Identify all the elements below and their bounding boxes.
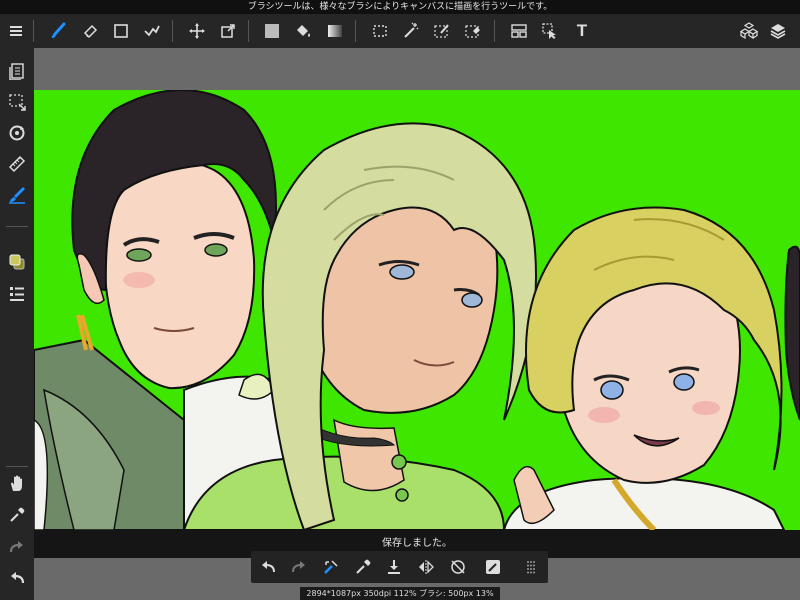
fill-color-button[interactable] <box>258 14 286 48</box>
color-icon <box>9 254 25 270</box>
snap-button[interactable] <box>0 180 34 210</box>
brush-tool-button[interactable] <box>44 14 72 48</box>
quick-flip-button[interactable] <box>412 554 440 580</box>
text-tool-button[interactable]: T <box>568 14 596 48</box>
3d-icon <box>740 22 758 40</box>
rotate-icon <box>9 125 25 141</box>
hand-tool-button[interactable] <box>0 468 34 498</box>
menu-button[interactable] <box>2 14 30 48</box>
redo-icon <box>292 561 305 573</box>
correction-icon <box>144 25 160 37</box>
tooltip-bar: ブラシツールは、様々なブラシによりキャンバスに描画を行うツールです。 <box>0 0 800 14</box>
quick-bar-grip[interactable] <box>517 554 545 580</box>
operation-icon <box>542 23 556 39</box>
top-toolbar: T <box>0 14 800 48</box>
text-icon: T <box>576 21 588 40</box>
operation-tool-button[interactable] <box>536 14 564 48</box>
layers-icon <box>770 24 786 39</box>
quick-snap-off-button[interactable] <box>444 554 472 580</box>
select-eraser-icon <box>465 25 480 38</box>
left-toolbar <box>0 48 34 600</box>
transform-tool-button[interactable] <box>214 14 242 48</box>
correction-tool-button[interactable] <box>138 14 166 48</box>
panel-icon <box>511 24 527 38</box>
undo-icon <box>11 572 25 584</box>
3d-material-button[interactable] <box>735 14 763 48</box>
bucket-icon <box>297 25 310 37</box>
flip-icon <box>419 560 434 574</box>
shape-tool-button[interactable] <box>107 14 135 48</box>
status-bar: 2894*1087px 350dpi 112% ブラシ: 500px 13% <box>300 587 500 600</box>
eyedropper-icon <box>10 507 25 522</box>
select-area-icon <box>9 94 26 111</box>
grip-icon <box>527 561 535 574</box>
magic-wand-icon <box>404 22 419 38</box>
fill-color-icon <box>265 24 279 38</box>
selection-area-button[interactable] <box>0 87 34 117</box>
ruler-button[interactable] <box>0 149 34 179</box>
select-eraser-button[interactable] <box>459 14 487 48</box>
quick-redo-button[interactable] <box>285 554 313 580</box>
canvas[interactable] <box>34 90 800 530</box>
gradient-tool-button[interactable] <box>321 14 349 48</box>
panel-tool-button[interactable] <box>505 14 533 48</box>
select-rect-icon <box>373 25 387 37</box>
move-icon <box>189 23 205 39</box>
layers-button[interactable] <box>764 14 792 48</box>
import-icon <box>388 560 400 574</box>
magic-wand-button[interactable] <box>397 14 425 48</box>
artwork <box>34 90 800 530</box>
select-pen-button[interactable] <box>428 14 456 48</box>
quick-import-button[interactable] <box>380 554 408 580</box>
page-icon <box>9 63 24 80</box>
redo-icon <box>9 541 23 553</box>
undo-icon <box>262 561 275 573</box>
color-button[interactable] <box>0 247 34 277</box>
undo-button[interactable] <box>0 563 34 593</box>
quick-filter-button[interactable] <box>479 554 507 580</box>
eyedropper-button[interactable] <box>0 500 34 530</box>
transform-icon <box>221 24 235 38</box>
redo-button[interactable] <box>0 532 34 562</box>
brush-list-icon <box>10 287 24 301</box>
select-rect-button[interactable] <box>366 14 394 48</box>
eraser-tool-button[interactable] <box>76 14 104 48</box>
page-manager-button[interactable] <box>0 56 34 86</box>
no-snap-icon <box>451 560 465 574</box>
transform-icon <box>324 560 338 574</box>
quick-bar <box>251 551 548 583</box>
eyedropper-icon <box>356 559 371 574</box>
rectangle-icon <box>114 24 128 38</box>
rotate-canvas-button[interactable] <box>0 118 34 148</box>
snap-icon <box>9 186 26 204</box>
quick-eyedropper-button[interactable] <box>349 554 377 580</box>
hand-icon <box>11 475 22 491</box>
brush-icon <box>51 22 66 38</box>
filter-icon <box>486 560 500 574</box>
move-tool-button[interactable] <box>183 14 211 48</box>
quick-transform-button[interactable] <box>317 554 345 580</box>
gradient-icon <box>328 25 342 37</box>
bucket-tool-button[interactable] <box>289 14 317 48</box>
ruler-icon <box>8 155 26 173</box>
quick-undo-button[interactable] <box>254 554 282 580</box>
brush-list-button[interactable] <box>0 279 34 309</box>
menu-icon <box>10 26 22 36</box>
eraser-icon <box>83 24 98 39</box>
select-pen-icon <box>434 24 449 38</box>
